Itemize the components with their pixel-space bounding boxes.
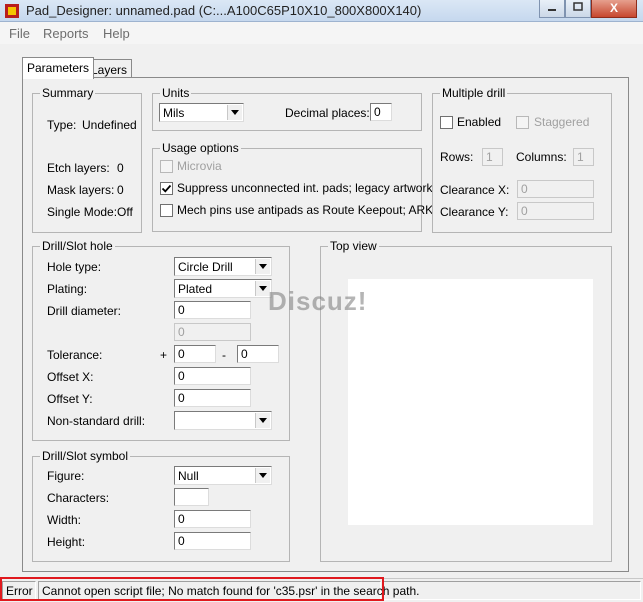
tolerance-minus-sign: -	[222, 348, 226, 362]
summary-title: Summary	[40, 86, 96, 100]
single-mode-value: Off	[117, 205, 133, 219]
app-icon	[5, 4, 19, 18]
mech-pins-checkbox[interactable]	[160, 204, 173, 217]
chevron-down-icon[interactable]	[227, 105, 242, 120]
tolerance-minus-input[interactable]: 0	[237, 345, 279, 363]
width-input[interactable]: 0	[174, 510, 251, 528]
drill-diameter-secondary-input[interactable]: 0	[174, 323, 251, 341]
checkmark-icon	[161, 184, 172, 193]
close-icon: X	[609, 1, 618, 15]
clearance-y-input[interactable]: 0	[517, 202, 594, 220]
tab-parameters[interactable]: Parameters	[22, 57, 95, 79]
drill-diameter-input[interactable]: 0	[174, 301, 251, 319]
watermark-text: Discuz!	[268, 286, 368, 316]
drill-diameter-label: Drill diameter:	[47, 304, 122, 318]
width-label: Width:	[47, 513, 82, 527]
type-value: Undefined	[82, 118, 137, 132]
rows-label: Rows:	[440, 150, 474, 164]
figure-value: Null	[178, 469, 199, 483]
staggered-label: Staggered	[534, 115, 590, 129]
hole-type-select[interactable]: Circle Drill	[174, 257, 272, 276]
non-standard-drill-select[interactable]	[174, 411, 272, 430]
clearance-x-label: Clearance X:	[440, 183, 510, 197]
top-view-canvas[interactable]	[348, 279, 593, 525]
etch-layers-value: 0	[117, 161, 124, 175]
type-label: Type:	[47, 118, 77, 132]
plating-label: Plating:	[47, 282, 88, 296]
mask-layers-label: Mask layers:	[47, 183, 115, 197]
enabled-label: Enabled	[457, 115, 502, 129]
etch-layers-label: Etch layers:	[47, 161, 110, 175]
figure-select[interactable]: Null	[174, 466, 272, 485]
decimal-places-input[interactable]: 0	[370, 103, 392, 121]
minimize-icon	[548, 9, 556, 11]
microvia-checkbox[interactable]	[160, 160, 173, 173]
enabled-checkbox[interactable]	[440, 116, 453, 129]
close-button[interactable]: X	[591, 0, 637, 18]
multiple-drill-title: Multiple drill	[440, 86, 508, 100]
characters-input[interactable]	[174, 488, 209, 506]
rows-input[interactable]: 1	[482, 148, 503, 166]
menu-file[interactable]: File	[9, 26, 30, 41]
microvia-label: Microvia	[177, 159, 222, 173]
characters-label: Characters:	[47, 491, 110, 505]
status-empty-pane	[383, 581, 641, 600]
clearance-x-input[interactable]: 0	[517, 180, 594, 198]
offset-x-input[interactable]: 0	[174, 367, 251, 385]
mech-pins-label: Mech pins use antipads as Route Keepout;…	[177, 203, 434, 217]
tolerance-plus-input[interactable]: 0	[174, 345, 216, 363]
figure-label: Figure:	[47, 469, 85, 483]
menu-reports[interactable]: Reports	[43, 26, 89, 41]
maximize-icon	[573, 2, 583, 11]
suppress-unconnected-checkbox[interactable]	[160, 182, 173, 195]
hole-type-label: Hole type:	[47, 260, 102, 274]
usage-options-title: Usage options	[160, 141, 241, 155]
top-view-title: Top view	[328, 239, 379, 253]
hole-type-value: Circle Drill	[178, 260, 233, 274]
minimize-button[interactable]	[539, 0, 565, 18]
chevron-down-icon[interactable]	[255, 413, 270, 428]
chevron-down-icon[interactable]	[255, 468, 270, 483]
decimal-places-label: Decimal places:	[285, 106, 370, 120]
height-input[interactable]: 0	[174, 532, 251, 550]
single-mode-label: Single Mode:	[47, 205, 118, 219]
suppress-unconnected-label: Suppress unconnected int. pads; legacy a…	[177, 181, 433, 195]
menu-bar: File Reports Help	[0, 22, 643, 44]
staggered-checkbox[interactable]	[516, 116, 529, 129]
offset-x-label: Offset X:	[47, 370, 94, 384]
units-value: Mils	[163, 106, 185, 120]
maximize-button[interactable]	[565, 0, 591, 18]
error-highlight-box	[0, 577, 384, 601]
mask-layers-value: 0	[117, 183, 124, 197]
columns-input[interactable]: 1	[573, 148, 594, 166]
plating-value: Plated	[178, 282, 213, 296]
title-bar: Pad_Designer: unnamed.pad (C:...A100C65P…	[0, 0, 643, 22]
units-title: Units	[160, 86, 192, 100]
offset-y-input[interactable]: 0	[174, 389, 251, 407]
chevron-down-icon[interactable]	[255, 259, 270, 274]
plating-select[interactable]: Plated	[174, 279, 272, 298]
clearance-y-label: Clearance Y:	[440, 205, 509, 219]
tolerance-label: Tolerance:	[47, 348, 103, 362]
non-standard-drill-label: Non-standard drill:	[47, 414, 146, 428]
drill-hole-title: Drill/Slot hole	[40, 239, 115, 253]
drill-symbol-title: Drill/Slot symbol	[40, 449, 131, 463]
tolerance-plus-sign: +	[160, 348, 168, 362]
units-select[interactable]: Mils	[159, 103, 244, 122]
offset-y-label: Offset Y:	[47, 392, 93, 406]
columns-label: Columns:	[516, 150, 567, 164]
height-label: Height:	[47, 535, 86, 549]
window-title: Pad_Designer: unnamed.pad (C:...A100C65P…	[26, 3, 422, 18]
menu-help[interactable]: Help	[103, 26, 130, 41]
